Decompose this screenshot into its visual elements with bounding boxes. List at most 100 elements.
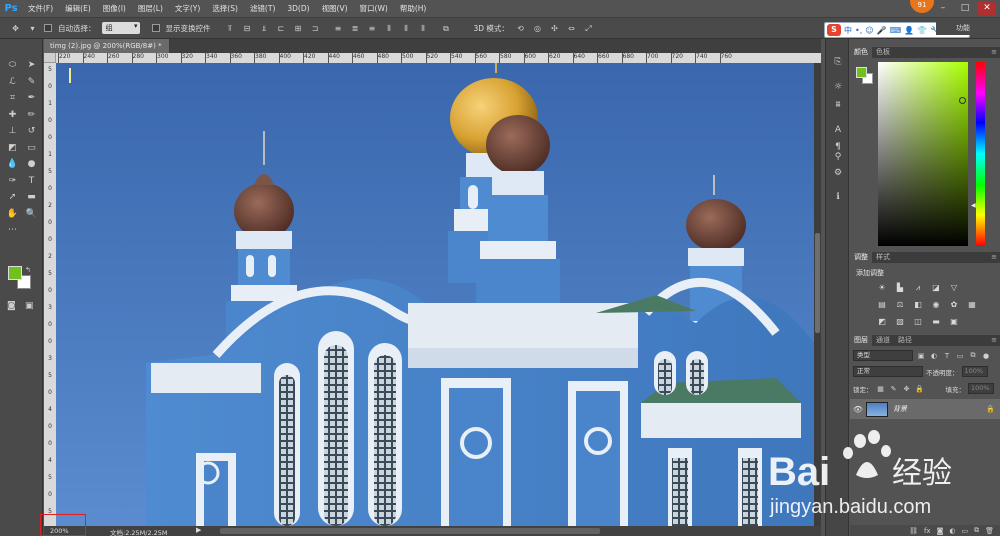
distribute-right-icon[interactable]: ⦀ xyxy=(418,23,429,34)
type-tool-icon[interactable]: T xyxy=(22,173,41,190)
rotate-3d-icon[interactable]: ⟲ xyxy=(515,23,526,34)
menu-select[interactable]: 选择(S) xyxy=(206,3,244,14)
punctuation-icon[interactable]: •, xyxy=(855,26,862,35)
filter-adjustment-icon[interactable]: ◐ xyxy=(929,352,939,360)
filter-type-icon[interactable]: T xyxy=(942,352,952,360)
info-panel-icon[interactable]: ℹ xyxy=(832,191,844,203)
history-panel-icon[interactable]: ⎘ xyxy=(832,56,844,68)
menu-filter[interactable]: 滤镜(T) xyxy=(244,3,281,14)
distribute-top-icon[interactable]: ≡ xyxy=(333,23,344,34)
actions-panel-icon[interactable]: ☼ xyxy=(832,81,844,93)
vibrance-icon[interactable]: ▽ xyxy=(946,280,962,296)
filter-shape-icon[interactable]: ▭ xyxy=(955,352,965,360)
threshold-icon[interactable]: ◫ xyxy=(910,314,926,330)
align-hcenter-icon[interactable]: ⊞ xyxy=(293,23,304,34)
align-top-icon[interactable]: ⫪ xyxy=(225,23,236,34)
menu-file[interactable]: 文件(F) xyxy=(22,3,59,14)
color-panel-foreground-swatch[interactable] xyxy=(856,67,867,78)
black-white-icon[interactable]: ◧ xyxy=(910,297,926,313)
brush-presets-icon[interactable]: ⩩ xyxy=(832,99,844,111)
pen-tool-icon[interactable]: ✑ xyxy=(3,173,22,190)
distribute-vcenter-icon[interactable]: ≣ xyxy=(350,23,361,34)
layer-style-icon[interactable]: fx xyxy=(924,527,931,535)
screen-mode-icon[interactable]: ▣ xyxy=(25,301,34,311)
hand-tool-icon[interactable]: ✋ xyxy=(3,206,22,223)
zoom-tool-icon[interactable]: 🔍 xyxy=(22,206,41,223)
layer-item-background[interactable]: 👁 背景 🔒 xyxy=(850,399,1000,419)
quick-mask-icon[interactable]: ◙ xyxy=(7,301,16,311)
horizontal-scroll-thumb[interactable] xyxy=(220,528,600,534)
posterize-icon[interactable]: ▨ xyxy=(892,314,908,330)
properties-panel-icon[interactable]: ⚙ xyxy=(832,167,844,179)
move-tool-icon[interactable]: ➤ xyxy=(22,57,41,74)
add-mask-icon[interactable]: ◙ xyxy=(937,527,944,535)
distribute-bottom-icon[interactable]: ≡ xyxy=(367,23,378,34)
magic-wand-tool-icon[interactable]: ✎ xyxy=(22,74,41,91)
lasso-tool-icon[interactable]: ℒ xyxy=(3,74,22,91)
filter-toggle-icon[interactable]: ● xyxy=(981,352,991,360)
sogou-logo[interactable]: S xyxy=(827,24,841,36)
new-layer-icon[interactable]: ⧉ xyxy=(974,526,979,535)
fill-input[interactable]: 100% xyxy=(968,383,994,394)
rectangle-tool-icon[interactable]: ▬ xyxy=(22,189,41,206)
account-icon[interactable]: 👤 xyxy=(904,26,914,35)
channel-mixer-icon[interactable]: ✿ xyxy=(946,297,962,313)
align-bottom-icon[interactable]: ⫫ xyxy=(259,23,270,34)
link-layers-icon[interactable]: ⛓ xyxy=(909,527,918,535)
selective-color-icon[interactable]: ▣ xyxy=(946,314,962,330)
color-lookup-icon[interactable]: ▦ xyxy=(964,297,980,313)
history-brush-tool-icon[interactable]: ↺ xyxy=(22,123,41,140)
move-tool-icon[interactable]: ✥ xyxy=(10,23,21,34)
menu-layer[interactable]: 图层(L) xyxy=(132,3,169,14)
auto-align-icon[interactable]: ⧉ xyxy=(441,23,452,34)
menu-image[interactable]: 图像(I) xyxy=(97,3,132,14)
tab-styles[interactable]: 样式 xyxy=(872,252,894,263)
tab-paths[interactable]: 路径 xyxy=(894,335,916,346)
roll-3d-icon[interactable]: ◎ xyxy=(532,23,543,34)
minimize-icon[interactable]: – xyxy=(934,2,952,15)
workspace-dropdown[interactable]: 功能 xyxy=(936,22,996,35)
delete-layer-icon[interactable]: 🗑 xyxy=(985,527,994,535)
align-vcenter-icon[interactable]: ⊟ xyxy=(242,23,253,34)
hue-saturation-icon[interactable]: ▤ xyxy=(874,297,890,313)
hue-slider-handle-icon[interactable]: ◀ xyxy=(971,202,976,209)
voice-icon[interactable]: 🎤 xyxy=(877,26,887,35)
curves-icon[interactable]: ⩘ xyxy=(910,280,926,296)
invert-icon[interactable]: ◩ xyxy=(874,314,890,330)
more-tools-icon[interactable]: ⋯ xyxy=(3,222,22,239)
menu-window[interactable]: 窗口(W) xyxy=(354,3,394,14)
levels-icon[interactable]: ▙ xyxy=(892,280,908,296)
visibility-eye-icon[interactable]: 👁 xyxy=(850,405,866,414)
eyedropper-tool-icon[interactable]: ✒ xyxy=(22,90,41,107)
clone-source-icon[interactable]: ⚲ xyxy=(832,151,844,163)
align-right-icon[interactable]: ⊐ xyxy=(310,23,321,34)
lock-transparent-icon[interactable]: ▦ xyxy=(876,385,886,393)
brightness-contrast-icon[interactable]: ☀ xyxy=(874,280,890,296)
align-left-icon[interactable]: ⊏ xyxy=(276,23,287,34)
document-tab[interactable]: timg (2).jpg @ 200%(RGB/8#) * × xyxy=(44,39,176,53)
path-selection-tool-icon[interactable]: ➚ xyxy=(3,189,22,206)
lock-all-icon[interactable]: 🔒 xyxy=(915,385,925,393)
tab-channels[interactable]: 通道 xyxy=(872,335,894,346)
healing-brush-tool-icon[interactable]: ✚ xyxy=(3,107,22,124)
keyboard-icon[interactable]: ⌨ xyxy=(890,26,902,35)
clone-stamp-tool-icon[interactable]: ⊥ xyxy=(3,123,22,140)
layer-name[interactable]: 背景 xyxy=(893,404,986,414)
adjustments-panel-menu-icon[interactable]: ≡ xyxy=(991,252,997,263)
dodge-tool-icon[interactable]: ● xyxy=(22,156,41,173)
tab-layers[interactable]: 图层 xyxy=(850,335,872,346)
filter-pixel-icon[interactable]: ▣ xyxy=(916,352,926,360)
status-menu-arrow-icon[interactable]: ▶ xyxy=(196,526,201,534)
eraser-tool-icon[interactable]: ◩ xyxy=(3,140,22,157)
menu-type[interactable]: 文字(Y) xyxy=(169,3,206,14)
notification-badge[interactable]: 91 xyxy=(910,0,934,13)
marquee-tool-icon[interactable]: ⬭ xyxy=(3,57,22,74)
new-group-icon[interactable]: ▭ xyxy=(961,527,968,535)
gradient-tool-icon[interactable]: ▭ xyxy=(22,140,41,157)
layers-panel-menu-icon[interactable]: ≡ xyxy=(991,335,997,346)
tab-swatches[interactable]: 色板 xyxy=(872,47,894,58)
show-transform-checkbox[interactable] xyxy=(151,24,160,32)
menu-help[interactable]: 帮助(H) xyxy=(394,3,433,14)
filter-smart-object-icon[interactable]: ⧉ xyxy=(968,351,978,360)
close-icon[interactable]: ✕ xyxy=(978,2,996,15)
